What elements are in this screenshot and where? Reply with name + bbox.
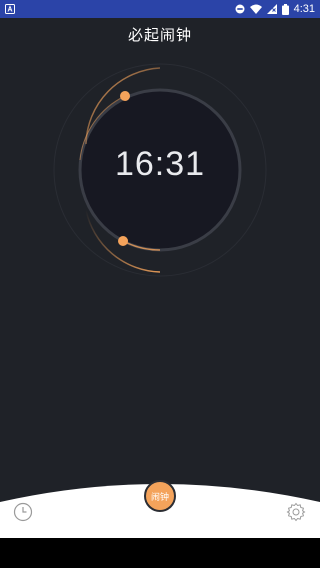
status-bar: 4:31 — [0, 0, 320, 18]
wifi-icon — [249, 4, 262, 14]
dial-handle-top[interactable] — [120, 91, 130, 101]
clock-time: 16:31 — [114, 145, 206, 183]
notification-a-icon — [5, 4, 15, 14]
status-left — [5, 4, 15, 14]
alarm-button[interactable]: 闹钟 — [144, 480, 176, 512]
battery-icon — [281, 3, 289, 15]
history-button[interactable] — [13, 502, 33, 522]
settings-button[interactable] — [286, 502, 306, 522]
no-sim-icon — [266, 4, 277, 14]
navigation-bar — [0, 538, 320, 568]
dial-handle-bottom[interactable] — [118, 236, 128, 246]
page-title: 必起闹钟 — [127, 26, 192, 44]
status-right: 4:31 — [235, 3, 315, 15]
dnd-icon — [235, 4, 245, 14]
gear-icon — [286, 502, 306, 522]
alarm-button-label: 闹钟 — [150, 492, 169, 503]
status-time: 4:31 — [293, 3, 315, 15]
clock-icon — [13, 502, 33, 522]
